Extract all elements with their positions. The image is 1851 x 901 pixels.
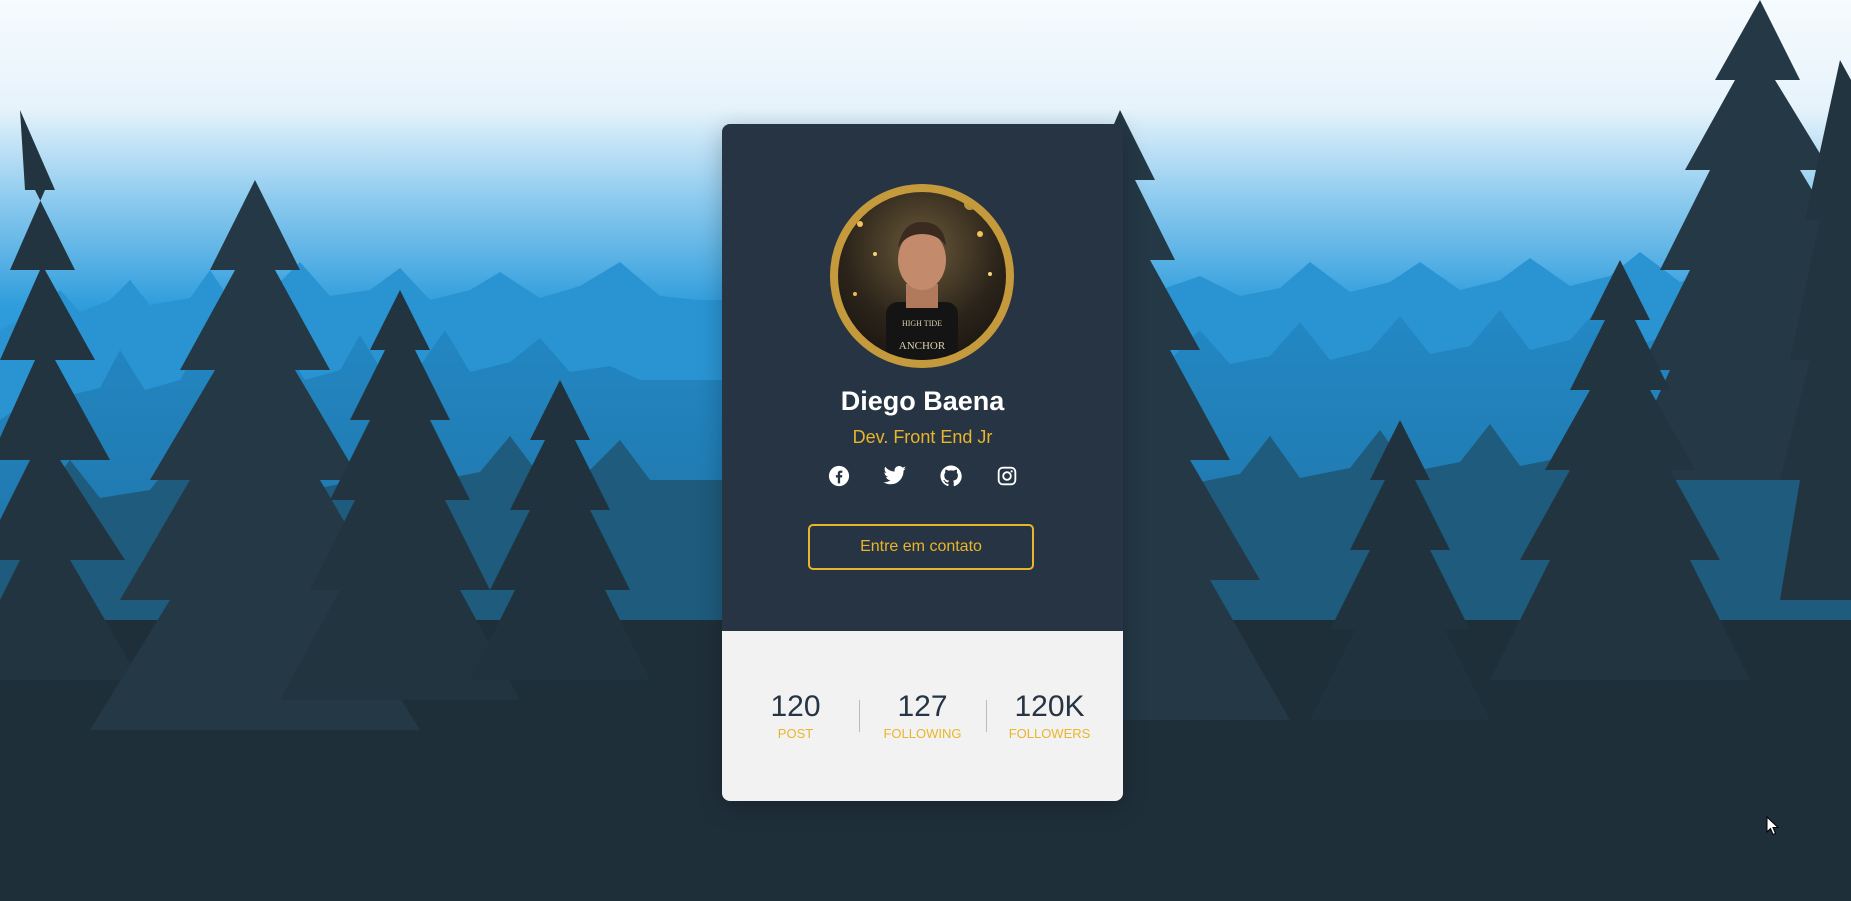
- avatar-shirt-text-top: HIGH TIDE: [902, 319, 942, 328]
- instagram-icon[interactable]: [995, 464, 1019, 488]
- stat-posts: 120 POST: [733, 690, 859, 742]
- stat-label: FOLLOWING: [883, 726, 962, 741]
- github-icon[interactable]: [939, 464, 963, 488]
- facebook-icon[interactable]: [827, 464, 851, 488]
- contact-button[interactable]: Entre em contato: [808, 524, 1034, 570]
- stat-label: POST: [777, 726, 814, 741]
- profile-card-header: HIGH TIDE ANCHOR Diego Baena Dev. Front …: [722, 124, 1123, 631]
- profile-name: Diego Baena: [840, 386, 1005, 416]
- stat-followers: 120K FOLLOWERS: [987, 690, 1113, 742]
- twitter-icon[interactable]: [883, 464, 907, 488]
- stat-value: 120K: [1014, 690, 1085, 723]
- mouse-cursor-icon: [1766, 815, 1780, 841]
- stat-label: FOLLOWERS: [1008, 726, 1091, 741]
- stat-value: 127: [897, 690, 948, 723]
- social-links: [722, 464, 1123, 496]
- stats-row: 120 POST 127 FOLLOWING 120K FOLLOWERS: [722, 688, 1123, 744]
- stat-following: 127 FOLLOWING: [860, 690, 986, 742]
- profile-card: HIGH TIDE ANCHOR Diego Baena Dev. Front …: [722, 124, 1123, 801]
- profile-role: Dev. Front End Jr: [852, 427, 993, 447]
- avatar: HIGH TIDE ANCHOR: [830, 184, 1014, 368]
- profile-stats-panel: 120 POST 127 FOLLOWING 120K FOLLOWERS: [722, 631, 1123, 801]
- avatar-shirt-text-bottom: ANCHOR: [899, 340, 946, 352]
- stat-value: 120: [770, 690, 821, 723]
